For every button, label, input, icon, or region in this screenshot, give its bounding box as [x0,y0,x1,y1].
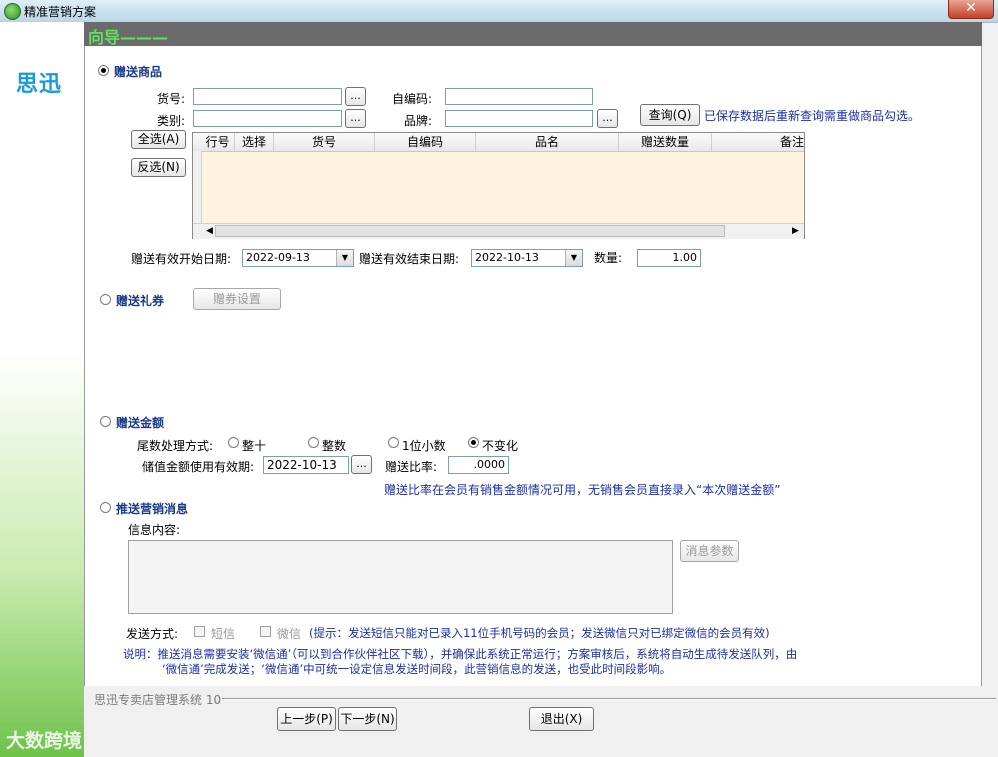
valid-date-lookup-button[interactable]: ... [351,455,372,474]
end-date-value: 2022-10-13 [475,251,539,264]
window-title: 精准营销方案 [24,5,97,19]
brand-logo: 思迅 [16,72,63,97]
system-name: 思迅专卖店管理系统 10 [94,693,222,707]
gift-amount-label: 赠送金额 [116,416,165,430]
sms-label: 短信 [211,627,236,641]
qty-label: 数量: [594,251,623,265]
col-gift-qty[interactable]: 赠送数量 [619,133,712,151]
table-header: 行号 选择 货号 自编码 品名 赠送数量 备注 [193,133,804,152]
col-remark[interactable]: 备注 [712,133,804,151]
category-lookup-button[interactable]: ... [345,109,366,128]
goods-table[interactable]: 行号 选择 货号 自编码 品名 赠送数量 备注 ◀ ▶ [192,132,805,239]
radio-tail-integer[interactable] [308,437,319,448]
scroll-right-icon[interactable]: ▶ [789,225,802,237]
next-step-button[interactable]: 下一步(N) [338,707,397,731]
exit-button[interactable]: 退出(X) [529,707,594,731]
message-content-label: 信息内容: [128,523,181,537]
send-method-label: 发送方式: [126,627,179,641]
tail-one-decimal-label: 1位小数 [402,439,446,453]
category-label: 类别: [157,114,186,128]
sidebar [0,22,84,757]
start-date-picker[interactable]: 2022-09-13 ▼ [242,249,354,267]
coupon-settings-button[interactable]: 赠券设置 [193,288,281,310]
radio-gift-goods[interactable] [98,65,109,76]
end-date-label: 赠送有效结束日期: [359,252,460,266]
selfcode-input[interactable] [445,88,593,105]
col-row-no[interactable]: 行号 [201,133,235,151]
gift-coupon-label: 赠送礼券 [116,294,165,308]
brand-lookup-button[interactable]: ... [597,109,618,128]
send-hint: (提示：发送短信只能对已录入11位手机号码的会员；发送微信只对已绑定微信的会员有… [309,626,770,640]
horizontal-scrollbar[interactable]: ◀ ▶ [193,223,804,239]
prev-step-button[interactable]: 上一步(P) [277,707,336,731]
wizard-title: 向导——— [88,28,169,47]
radio-tail-one-decimal[interactable] [388,437,399,448]
gift-goods-label: 赠送商品 [114,65,163,79]
wechat-checkbox[interactable] [260,626,271,637]
push-message-label: 推送营销消息 [116,502,189,516]
goods-no-label: 货号: [157,92,186,106]
brand-label: 品牌: [404,114,433,128]
query-hint: 已保存数据后重新查询需重做商品勾选。 [704,109,921,123]
radio-push-message[interactable] [100,502,111,513]
col-goods-no[interactable]: 货号 [274,133,375,151]
valid-date-input[interactable]: 2022-10-13 [263,456,349,474]
title-bar: 精准营销方案 ✕ [0,0,998,23]
ratio-hint: 赠送比率在会员有销售金额情况可用，无销售会员直接录入“本次赠送金额” [384,483,781,497]
row-indicator [193,151,202,223]
qty-input[interactable]: 1.00 [637,249,701,267]
goods-no-input[interactable] [193,88,342,105]
radio-gift-amount[interactable] [100,416,111,427]
goods-no-lookup-button[interactable]: ... [345,87,366,106]
sms-checkbox[interactable] [194,626,205,637]
col-selfcode[interactable]: 自编码 [375,133,476,151]
wechat-label: 微信 [277,627,302,641]
ratio-input[interactable]: .0000 [448,456,509,474]
message-params-button[interactable]: 消息参数 [680,540,739,562]
watermark: 大数跨境 [6,730,83,752]
col-name[interactable]: 品名 [476,133,619,151]
divider [222,698,996,700]
valid-period-label: 储值金额使用有效期: [142,460,255,474]
select-all-button[interactable]: 全选(A) [131,130,186,149]
scrollbar-thumb[interactable] [215,225,725,237]
chevron-down-icon[interactable]: ▼ [565,250,582,266]
invert-selection-button[interactable]: 反选(N) [131,158,186,177]
message-content-textarea[interactable] [128,540,673,614]
chevron-down-icon[interactable]: ▼ [336,250,353,266]
wizard-header: 向导——— [84,22,982,47]
tail-unchanged-label: 不变化 [482,439,519,453]
brand-input[interactable] [445,110,593,127]
close-button[interactable]: ✕ [948,0,994,19]
ratio-label: 赠送比率: [385,460,438,474]
start-date-value: 2022-09-13 [246,251,310,264]
start-date-label: 赠送有效开始日期: [131,252,232,266]
selfcode-label: 自编码: [392,92,433,106]
col-select[interactable]: 选择 [235,133,274,151]
tail-integer-label: 整数 [322,439,347,453]
radio-tail-unchanged[interactable] [468,437,479,448]
note-line-1: 说明：推送消息需要安装‘微信通’（可以到合作伙伴社区下载），并确保此系统正常运行… [123,647,798,661]
tail-ten-label: 整十 [242,439,267,453]
radio-tail-ten[interactable] [228,437,239,448]
query-button[interactable]: 查询(Q) [640,104,700,126]
note-line-2: ‘微信通’完成发送；‘微信通’中可统一设定信息发送时间段，此营销信息的发送，也受… [162,662,672,676]
radio-gift-coupon[interactable] [100,294,111,305]
category-input[interactable] [193,110,342,127]
app-icon [4,3,21,20]
tail-method-label: 尾数处理方式: [137,439,214,453]
end-date-picker[interactable]: 2022-10-13 ▼ [471,249,583,267]
